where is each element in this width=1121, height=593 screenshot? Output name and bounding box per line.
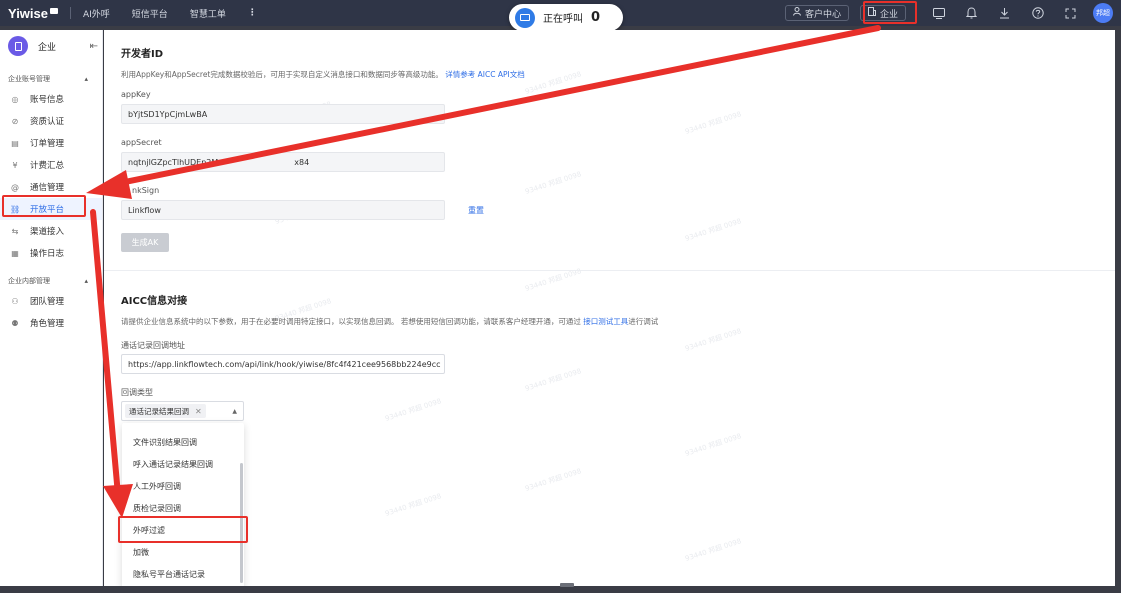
watermark: 93440 邦超 0098	[524, 170, 583, 196]
reset-link[interactable]: 重置	[468, 205, 484, 216]
sidebar-title: 企业	[38, 42, 57, 53]
badge-icon: ⊘	[11, 116, 19, 126]
watermark: 93440 邦超 0098	[684, 217, 743, 243]
appkey-label: appKey	[121, 90, 151, 99]
annotation-box-enterprise	[863, 1, 917, 24]
appkey-field[interactable]: bYjtSD1YpCjmLwBA	[121, 104, 445, 124]
aicc-title: AICC信息对接	[121, 296, 188, 307]
bell-icon[interactable]	[965, 7, 978, 20]
top-divider	[69, 7, 71, 19]
aicc-section: AICC信息对接 请提供企业信息系统中的以下参数，用于在必要时调用特定接口，以实…	[104, 292, 658, 327]
watermark: 93440 邦超 0098	[524, 70, 583, 96]
enterprise-icon	[8, 36, 28, 56]
aicc-desc: 请提供企业信息系统中的以下参数，用于在必要时调用特定接口，以实现信息回调。 若想…	[121, 317, 659, 326]
at-icon: @	[11, 182, 19, 192]
sidebar-item-account-info[interactable]: ◎ 账号信息	[0, 88, 102, 110]
watermark: 93440 邦超 0098	[684, 327, 743, 353]
sign-label: nkSign	[132, 186, 160, 195]
connect-icon: ⇆	[11, 226, 19, 236]
sidebar-item-team[interactable]: ⚇ 团队管理	[0, 290, 102, 312]
callback-url-input[interactable]: https://app.linkflowtech.com/api/link/ho…	[121, 354, 445, 374]
bottom-handle[interactable]	[560, 583, 574, 587]
callback-url-label: 通话记录回调地址	[121, 341, 185, 350]
user-circle-icon: ◎	[11, 94, 19, 104]
developer-id-section: 开发者ID 利用AppKey和AppSecret完成数据校验后，可用于实现自定义…	[104, 45, 525, 80]
more-menu-icon[interactable]: ⋮	[248, 8, 257, 18]
developer-id-desc: 利用AppKey和AppSecret完成数据校验后，可用于实现自定义消息接口和数…	[121, 70, 525, 79]
dd-cut-item	[122, 423, 244, 431]
call-monitor-icon	[515, 7, 535, 28]
sign-field[interactable]: Linkflow	[121, 200, 445, 220]
avatar[interactable]: 邦超	[1093, 3, 1113, 23]
dd-option[interactable]: 文件识别结果回调	[122, 431, 244, 453]
dd-option[interactable]: 加微	[122, 541, 244, 563]
annotation-box-open-platform	[2, 195, 86, 217]
sidebar-item-operation-log[interactable]: ▦ 操作日志	[0, 242, 102, 264]
nav-sms-platform[interactable]: 短信平台	[132, 7, 168, 20]
sidebar-item-billing[interactable]: ¥ 计费汇总	[0, 154, 102, 176]
fullscreen-icon[interactable]	[1064, 7, 1077, 20]
list-icon: ▤	[11, 138, 19, 148]
nav-smart-ticket[interactable]: 智慧工单	[190, 7, 226, 20]
watermark: 93440 邦超 0098	[524, 367, 583, 393]
sidebar-item-role[interactable]: ⚉ 角色管理	[0, 312, 102, 334]
watermark: 93440 邦超 0098	[684, 110, 743, 136]
yen-icon: ¥	[12, 160, 18, 170]
callback-type-label: 回调类型	[121, 388, 153, 397]
watermark: 93440 邦超 0098	[384, 397, 443, 423]
chevron-up-icon: ▴	[84, 277, 88, 285]
download-icon[interactable]	[998, 7, 1011, 20]
watermark: 93440 邦超 0098	[524, 467, 583, 493]
main-content: 93440 邦超 0098 93440 邦超 0098 93440 邦超 009…	[104, 30, 1115, 586]
help-icon[interactable]	[1031, 7, 1044, 20]
customer-center-button[interactable]: 客户中心	[784, 5, 849, 21]
section-divider	[104, 270, 1115, 271]
user-icon	[792, 7, 801, 19]
sidebar-item-channel-access[interactable]: ⇆ 渠道接入	[0, 220, 102, 242]
role-icon: ⚉	[11, 318, 19, 328]
dd-option[interactable]: 隐私号平台通话记录	[122, 563, 244, 585]
annotation-box-outbound-filter	[118, 516, 248, 543]
calling-count: 0	[591, 10, 601, 25]
collapse-sidebar-icon[interactable]: ⇤	[90, 41, 98, 52]
sidebar-item-orders[interactable]: ▤ 订单管理	[0, 132, 102, 154]
selected-tag: 通话记录结果回调 ✕	[125, 404, 206, 418]
top-right-tools: 客户中心 企业 邦超	[784, 0, 1121, 26]
log-icon: ▦	[11, 248, 19, 258]
watermark: 93440 邦超 0098	[684, 432, 743, 458]
appsecret-field[interactable]: nqtnjlGZpcTlhUDEp2M x84	[121, 152, 445, 172]
calling-status-widget[interactable]: 正在呼叫 0	[509, 4, 623, 31]
sidebar-header: 企业 ⇤	[0, 30, 102, 62]
sidebar-item-qualification[interactable]: ⊘ 资质认证	[0, 110, 102, 132]
dd-option[interactable]: 呼入通话记录结果回调	[122, 453, 244, 475]
developer-id-title: 开发者ID	[121, 49, 164, 60]
sidebar-group-account[interactable]: 企业账号管理 ▴	[0, 70, 102, 88]
dd-option[interactable]: 人工外呼回调	[122, 475, 244, 497]
team-icon: ⚇	[11, 296, 19, 306]
logo-mark-icon	[49, 7, 58, 14]
api-test-tool-link[interactable]: 接口测试工具	[583, 317, 628, 326]
nav-ai-outbound[interactable]: AI外呼	[83, 7, 110, 20]
caret-up-icon[interactable]: ▲	[232, 408, 237, 415]
callback-type-dropdown: 文件识别结果回调 呼入通话记录结果回调 人工外呼回调 质检记录回调 外呼过滤 加…	[122, 423, 244, 586]
generate-ak-button[interactable]: 生成AK	[121, 233, 169, 252]
appsecret-label: appSecret	[121, 138, 162, 147]
monitor-icon[interactable]	[932, 7, 945, 20]
callback-type-select[interactable]: 通话记录结果回调 ✕ ▲	[121, 401, 244, 421]
watermark: 93440 邦超 0098	[384, 492, 443, 518]
watermark: 93440 邦超 0098	[684, 537, 743, 563]
sidebar-group-internal[interactable]: 企业内部管理 ▴	[0, 272, 102, 290]
tag-close-icon[interactable]: ✕	[195, 407, 202, 416]
calling-label: 正在呼叫	[543, 14, 583, 25]
logo[interactable]: Yiwise	[8, 6, 58, 21]
sidebar: 企业 ⇤ 企业账号管理 ▴ ◎ 账号信息 ⊘ 资质认证 ▤ 订单管理 ¥ 计费汇总 @ 通信…	[0, 30, 103, 586]
api-doc-link[interactable]: 详情参考 AICC API文档	[445, 70, 524, 79]
chevron-up-icon: ▴	[84, 75, 88, 83]
top-nav: AI外呼 短信平台 智慧工单 ⋮	[83, 7, 257, 20]
